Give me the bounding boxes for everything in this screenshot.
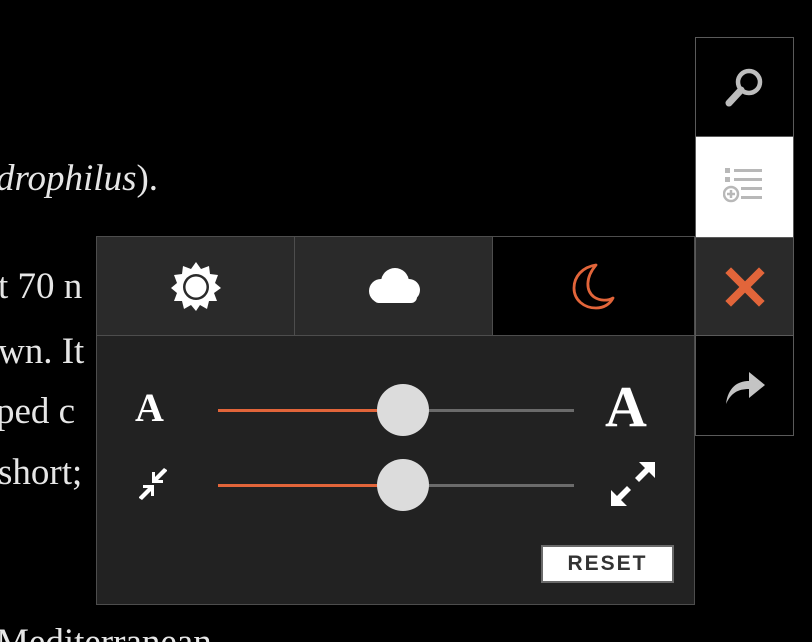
font-size-increase-label[interactable]: A [605,378,647,436]
share-icon [725,371,765,404]
close-button[interactable] [696,237,793,336]
font-size-row: A A [97,378,694,440]
close-icon [724,266,765,307]
page-width-slider[interactable] [218,459,574,511]
sun-icon [170,262,221,311]
shrink-icon [139,468,167,500]
article-line-4: ped c [0,391,76,432]
article-line-1-suffix: ). [136,158,159,199]
moon-icon [572,263,614,310]
share-button[interactable] [696,336,793,435]
search-icon [725,68,762,107]
theme-day-button[interactable] [97,237,295,335]
page-width-increase-button[interactable] [609,460,657,513]
table-of-contents-icon [722,168,762,203]
article-line-6: Mediterranean [0,624,212,642]
expand-icon [611,462,655,506]
theme-dusk-button[interactable] [295,237,493,335]
theme-selector [97,237,694,336]
font-size-slider-fill [218,409,404,412]
reset-button[interactable]: RESET [541,545,674,583]
article-line-3: wn. It [0,331,85,372]
font-size-slider[interactable] [218,384,574,436]
article-line-2: t 70 n [0,266,83,307]
page-width-slider-fill [218,484,404,487]
theme-night-button[interactable] [493,237,694,335]
article-line-1: drophilus). [0,160,158,197]
page-width-slider-thumb[interactable] [377,459,430,511]
font-size-slider-thumb[interactable] [377,384,430,436]
cloud-icon [368,268,420,303]
article-line-1-italic: drophilus [0,158,137,199]
reader-settings-panel: A A RESET [96,236,695,605]
article-line-5: short; [0,452,83,493]
page-width-decrease-button[interactable] [137,468,169,505]
font-size-decrease-label[interactable]: A [135,388,164,428]
table-of-contents-button[interactable] [696,137,793,237]
page-width-row [97,455,694,515]
search-button[interactable] [696,38,793,137]
reader-toolbar [695,37,794,436]
